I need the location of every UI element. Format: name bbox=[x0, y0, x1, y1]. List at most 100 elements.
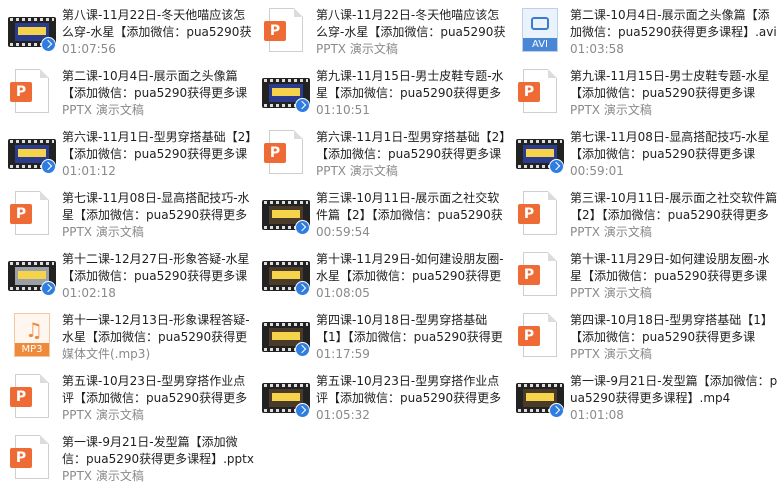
file-meta: 01:07:56 bbox=[62, 42, 116, 56]
file-name: 第九课-11月15日-男士皮鞋专题-水星【添加微信：pua5290获得更多课程】… bbox=[316, 69, 504, 100]
file-item[interactable]: 第一课-9月21日-发型篇【添加微信：pua5290获得更多课程】.mp4 01:… bbox=[508, 372, 778, 433]
player-overlay-icon bbox=[295, 342, 310, 357]
file-item[interactable]: 第七课-11月08日-显高搭配技巧-水星【添加微信：pua5290获得更多课程】… bbox=[508, 128, 778, 189]
file-item[interactable]: P 第八课-11月22日-冬天他喵应该怎么穿-水星【添加微信：pua5290获得更… bbox=[254, 6, 508, 67]
ppt-badge: P bbox=[264, 21, 286, 41]
player-overlay-icon bbox=[295, 220, 310, 235]
file-item[interactable]: 第九课-11月15日-男士皮鞋专题-水星【添加微信：pua5290获得更多课程】… bbox=[254, 67, 508, 128]
document-page: P bbox=[264, 130, 303, 174]
document-page: P bbox=[264, 8, 303, 52]
pptx-file-icon: P bbox=[8, 67, 56, 115]
pptx-file-icon: P bbox=[516, 311, 564, 359]
file-text: 第四课-10月18日-型男穿搭基础【1】【添加微信：pua5290获得更多课程】… bbox=[316, 311, 508, 363]
file-meta: PPTX 演示文稿 bbox=[316, 164, 398, 178]
file-text: 第六课-11月1日-型男穿搭基础【2】【添加微信：pua5290获得更多课程】.… bbox=[316, 128, 508, 180]
file-text: 第一课-9月21日-发型篇【添加微信：pua5290获得更多课程】.mp4 01:… bbox=[570, 372, 778, 424]
file-name: 第三课-10月11日-展示面之社交软件篇【2】【添加微信：pua5290获得更多… bbox=[316, 191, 503, 222]
file-name: 第八课-11月22日-冬天他喵应该怎么穿-水星【添加微信：pua5290获得更多… bbox=[62, 8, 252, 39]
document-page: P bbox=[518, 313, 557, 357]
camera-icon bbox=[531, 17, 549, 30]
file-meta: 01:05:32 bbox=[316, 408, 370, 422]
file-meta: 01:17:59 bbox=[316, 347, 370, 361]
pptx-file-icon: P bbox=[262, 6, 310, 54]
pptx-file-icon: P bbox=[8, 189, 56, 237]
file-name: 第二课-10月4日-展示面之头像篇【添加微信：pua5290获得更多课程】.av… bbox=[570, 8, 777, 39]
file-item[interactable]: 第十课-11月29日-如何建设朋友圈-水星【添加微信：pua5290获得更多课程… bbox=[254, 250, 508, 311]
file-item[interactable]: ♫ MP3 第十一课-12月13日-形象课程答疑-水星【添加微信：pua5290获得… bbox=[0, 311, 254, 372]
file-meta: PPTX 演示文稿 bbox=[570, 225, 652, 239]
file-text: 第五课-10月23日-型男穿搭作业点评【添加微信：pua5290获得更多课程】.… bbox=[62, 372, 254, 424]
file-text: 第八课-11月22日-冬天他喵应该怎么穿-水星【添加微信：pua5290获得更多… bbox=[316, 6, 508, 58]
file-meta: PPTX 演示文稿 bbox=[62, 408, 144, 422]
file-name: 第六课-11月1日-型男穿搭基础【2】【添加微信：pua5290获得更多课程】.… bbox=[316, 130, 506, 161]
player-overlay-icon bbox=[295, 281, 310, 296]
avi-page: AVI bbox=[522, 8, 558, 52]
file-name: 第十课-11月29日-如何建设朋友圈-水星【添加微信：pua5290获得更多课程… bbox=[316, 252, 504, 283]
ppt-badge: P bbox=[10, 448, 32, 468]
file-text: 第七课-11月08日-显高搭配技巧-水星【添加微信：pua5290获得更多课程】… bbox=[570, 128, 778, 180]
file-item[interactable]: 第五课-10月23日-型男穿搭作业点评【添加微信：pua5290获得更多课程】.… bbox=[254, 372, 508, 433]
avi-file-icon: AVI bbox=[516, 6, 564, 54]
file-name: 第五课-10月23日-型男穿搭作业点评【添加微信：pua5290获得更多课程】.… bbox=[62, 374, 248, 405]
ppt-badge: P bbox=[518, 265, 540, 285]
document-page: P bbox=[518, 191, 557, 235]
file-item[interactable]: P 第四课-10月18日-型男穿搭基础【1】【添加微信：pua5290获得更多课程… bbox=[508, 311, 778, 372]
player-overlay-icon bbox=[41, 37, 56, 52]
file-name: 第九课-11月15日-男士皮鞋专题-水星【添加微信：pua5290获得更多课程】… bbox=[570, 69, 770, 100]
file-text: 第十课-11月29日-如何建设朋友圈-水星【添加微信：pua5290获得更多课程… bbox=[570, 250, 778, 302]
pptx-file-icon: P bbox=[8, 433, 56, 481]
player-overlay-icon bbox=[295, 98, 310, 113]
file-text: 第八课-11月22日-冬天他喵应该怎么穿-水星【添加微信：pua5290获得更多… bbox=[62, 6, 254, 58]
file-text: 第三课-10月11日-展示面之社交软件篇【2】【添加微信：pua5290获得更多… bbox=[570, 189, 778, 241]
file-grid: 第八课-11月22日-冬天他喵应该怎么穿-水星【添加微信：pua5290获得更多… bbox=[0, 0, 778, 500]
file-meta: 01:01:12 bbox=[62, 164, 116, 178]
file-item[interactable]: P 第一课-9月21日-发型篇【添加微信：pua5290获得更多课程】.pptx P… bbox=[0, 433, 254, 494]
document-page: P bbox=[518, 252, 557, 296]
file-meta: PPTX 演示文稿 bbox=[62, 469, 144, 483]
file-meta: PPTX 演示文稿 bbox=[316, 42, 398, 56]
document-page: P bbox=[10, 69, 49, 113]
file-text: 第十一课-12月13日-形象课程答疑-水星【添加微信：pua5290获得更多课程… bbox=[62, 311, 254, 363]
player-overlay-icon bbox=[549, 159, 564, 174]
video-file-icon bbox=[8, 6, 56, 54]
video-file-icon bbox=[516, 372, 564, 420]
file-meta: 01:02:18 bbox=[62, 286, 116, 300]
file-item[interactable]: 第四课-10月18日-型男穿搭基础【1】【添加微信：pua5290获得更多课程】… bbox=[254, 311, 508, 372]
pptx-file-icon: P bbox=[8, 372, 56, 420]
pptx-file-icon: P bbox=[516, 189, 564, 237]
file-meta: 00:59:01 bbox=[570, 164, 624, 178]
video-file-icon bbox=[262, 67, 310, 115]
file-item[interactable]: 第六课-11月1日-型男穿搭基础【2】【添加微信：pua5290获得更多课程】.… bbox=[0, 128, 254, 189]
ppt-badge: P bbox=[518, 82, 540, 102]
file-text: 第四课-10月18日-型男穿搭基础【1】【添加微信：pua5290获得更多课程】… bbox=[570, 311, 778, 363]
file-name: 第八课-11月22日-冬天他喵应该怎么穿-水星【添加微信：pua5290获得更多… bbox=[316, 8, 506, 39]
video-file-icon bbox=[262, 250, 310, 298]
file-item[interactable]: P 第六课-11月1日-型男穿搭基础【2】【添加微信：pua5290获得更多课程】… bbox=[254, 128, 508, 189]
file-name: 第五课-10月23日-型男穿搭作业点评【添加微信：pua5290获得更多课程】.… bbox=[316, 374, 502, 405]
video-file-icon bbox=[8, 250, 56, 298]
file-text: 第九课-11月15日-男士皮鞋专题-水星【添加微信：pua5290获得更多课程】… bbox=[570, 67, 778, 119]
file-item[interactable]: 第十二课-12月27日-形象答疑-水星【添加微信：pua5290获得更多课程】.… bbox=[0, 250, 254, 311]
file-name: 第七课-11月08日-显高搭配技巧-水星【添加微信：pua5290获得更多课程】… bbox=[62, 191, 250, 222]
ppt-badge: P bbox=[10, 82, 32, 102]
document-page: P bbox=[10, 435, 49, 479]
file-item[interactable]: 第八课-11月22日-冬天他喵应该怎么穿-水星【添加微信：pua5290获得更多… bbox=[0, 6, 254, 67]
file-text: 第二课-10月4日-展示面之头像篇【添加微信：pua5290获得更多课程】.pp… bbox=[62, 67, 254, 119]
file-item[interactable]: P 第十课-11月29日-如何建设朋友圈-水星【添加微信：pua5290获得更多课… bbox=[508, 250, 778, 311]
file-meta: PPTX 演示文稿 bbox=[570, 286, 652, 300]
file-item[interactable]: P 第五课-10月23日-型男穿搭作业点评【添加微信：pua5290获得更多课程】… bbox=[0, 372, 254, 433]
file-item[interactable]: P 第九课-11月15日-男士皮鞋专题-水星【添加微信：pua5290获得更多课程… bbox=[508, 67, 778, 128]
file-item[interactable]: 第三课-10月11日-展示面之社交软件篇【2】【添加微信：pua5290获得更多… bbox=[254, 189, 508, 250]
file-item[interactable]: P 第二课-10月4日-展示面之头像篇【添加微信：pua5290获得更多课程】.p… bbox=[0, 67, 254, 128]
document-page: P bbox=[10, 374, 49, 418]
mp3-file-icon: ♫ MP3 bbox=[8, 311, 56, 359]
file-text: 第二课-10月4日-展示面之头像篇【添加微信：pua5290获得更多课程】.av… bbox=[570, 6, 778, 58]
player-overlay-icon bbox=[549, 403, 564, 418]
file-item[interactable]: P 第七课-11月08日-显高搭配技巧-水星【添加微信：pua5290获得更多课程… bbox=[0, 189, 254, 250]
file-meta: PPTX 演示文稿 bbox=[62, 103, 144, 117]
file-name: 第十课-11月29日-如何建设朋友圈-水星【添加微信：pua5290获得更多课程… bbox=[570, 252, 770, 283]
file-item[interactable]: AVI 第二课-10月4日-展示面之头像篇【添加微信：pua5290获得更多课程】… bbox=[508, 6, 778, 67]
file-item[interactable]: P 第三课-10月11日-展示面之社交软件篇【2】【添加微信：pua5290获得更… bbox=[508, 189, 778, 250]
ppt-badge: P bbox=[518, 326, 540, 346]
file-name: 第六课-11月1日-型男穿搭基础【2】【添加微信：pua5290获得更多课程】.… bbox=[62, 130, 252, 161]
